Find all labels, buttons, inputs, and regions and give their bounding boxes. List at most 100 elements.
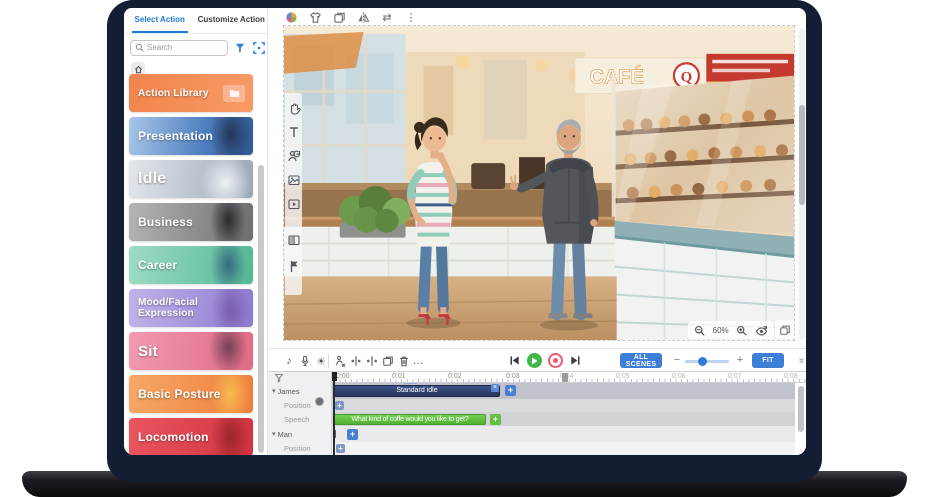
viewport[interactable]: CAFÉ Q bbox=[283, 25, 795, 341]
track-james-position[interactable]: Position bbox=[268, 399, 332, 412]
category-career[interactable]: Career bbox=[129, 246, 253, 284]
duplicate-view-button[interactable] bbox=[775, 320, 794, 339]
category-label: Idle bbox=[138, 170, 166, 188]
remove-motion-icon[interactable] bbox=[333, 354, 347, 368]
wardrobe-shirt-icon[interactable] bbox=[308, 10, 322, 24]
timeline-zoom-in[interactable]: + bbox=[734, 353, 746, 368]
category-action-library[interactable]: Action Library bbox=[129, 74, 253, 112]
category-label: Mood/Facial Expression bbox=[138, 297, 212, 319]
track-james-speech[interactable]: Speech bbox=[268, 412, 332, 426]
add-man-clip-button[interactable]: + bbox=[347, 429, 358, 440]
cafe-scene: CAFÉ Q bbox=[284, 26, 794, 340]
track-james[interactable]: ▾ James bbox=[268, 383, 332, 399]
light-icon[interactable]: ☀ bbox=[314, 354, 328, 368]
text-tool-icon[interactable] bbox=[287, 125, 301, 139]
playhead[interactable] bbox=[333, 372, 335, 455]
align-clip-icon[interactable] bbox=[365, 354, 379, 368]
laptop-mockup: Select Action Customize Action Search bbox=[0, 0, 929, 497]
swap-arrows-icon[interactable]: ⇄ bbox=[380, 10, 394, 24]
scene-end-marker[interactable] bbox=[562, 373, 568, 382]
all-scenes-button[interactable]: ALL SCENES bbox=[620, 353, 662, 368]
collapse-timeline-icon[interactable]: » bbox=[790, 354, 806, 367]
lane-james-position[interactable]: + bbox=[332, 399, 795, 412]
category-basic-posture[interactable]: Basic Posture bbox=[129, 375, 253, 413]
viewport-tool-strip bbox=[285, 93, 302, 295]
timeline-scrollbar[interactable] bbox=[798, 386, 804, 432]
camera-preview-icon[interactable] bbox=[755, 325, 768, 336]
viewport-scrollbar-thumb[interactable] bbox=[799, 105, 805, 205]
viewport-scrollbar[interactable] bbox=[799, 28, 805, 340]
lane-man-position[interactable]: + bbox=[332, 442, 795, 455]
subtrack-name: Position bbox=[284, 401, 311, 410]
filter-icon[interactable] bbox=[233, 41, 247, 55]
lane-james-action[interactable]: Standard idle × + + bbox=[332, 383, 795, 399]
category-sit[interactable]: Sit bbox=[129, 332, 253, 370]
chevron-down-icon[interactable]: ▾ bbox=[272, 430, 276, 438]
flag-tool-icon[interactable] bbox=[287, 259, 301, 273]
sidebar-scrollbar[interactable] bbox=[258, 165, 264, 453]
category-idle[interactable]: Idle bbox=[129, 160, 253, 198]
ruler-label: 0:01 bbox=[392, 373, 406, 380]
character-tool-icon[interactable] bbox=[287, 149, 301, 163]
category-locomotion[interactable]: Locomotion bbox=[129, 418, 253, 455]
timeline-track-list: ▾ James Position Speech ▾ Man bbox=[268, 372, 332, 455]
zoom-in-icon[interactable] bbox=[736, 325, 747, 336]
audio-icon[interactable]: ♪ bbox=[282, 354, 296, 368]
fit-button[interactable]: FIT bbox=[752, 353, 784, 368]
tab-customize-action[interactable]: Customize Action bbox=[196, 8, 268, 33]
media-tool-icon[interactable] bbox=[287, 197, 301, 211]
add-action-clip-button[interactable]: + bbox=[505, 385, 516, 396]
timeline-zoom-slider[interactable] bbox=[685, 360, 729, 363]
play-button[interactable] bbox=[527, 353, 542, 368]
image-tool-icon[interactable] bbox=[287, 173, 301, 187]
timeline-zoom-out[interactable]: − bbox=[671, 353, 683, 368]
tab-select-action[interactable]: Select Action bbox=[124, 8, 196, 33]
search-input[interactable]: Search bbox=[130, 40, 228, 56]
layout-split-icon[interactable] bbox=[287, 233, 301, 247]
subtrack-name: Position bbox=[284, 444, 311, 453]
lane-james-speech[interactable]: What kind of coffe would you like to get… bbox=[332, 412, 795, 426]
record-button[interactable] bbox=[548, 353, 563, 368]
transport-controls bbox=[508, 353, 582, 368]
fit-view-icon[interactable] bbox=[252, 41, 266, 55]
clip-end-handle[interactable]: × bbox=[491, 384, 499, 392]
timeline-ruler[interactable]: 0:00 0:01 0:02 0:03 0:04 0:05 0:06 0:07 … bbox=[332, 372, 806, 383]
lane-man-action[interactable]: + bbox=[332, 426, 795, 442]
timeline-toolbar: ♪ ☀ bbox=[268, 348, 806, 372]
zoom-out-icon[interactable] bbox=[694, 325, 705, 336]
more-icon[interactable]: … bbox=[411, 354, 425, 368]
scene-canvas: CAFÉ Q bbox=[284, 26, 794, 340]
home-icon bbox=[134, 65, 143, 74]
category-business[interactable]: Business bbox=[129, 203, 253, 241]
laptop-bezel: Select Action Customize Action Search bbox=[107, 0, 822, 481]
clip-standard-idle[interactable]: Standard idle bbox=[334, 385, 500, 397]
category-mood-facial-expression[interactable]: Mood/Facial Expression bbox=[129, 289, 253, 327]
play-icon bbox=[531, 357, 538, 365]
mirror-flip-icon[interactable] bbox=[356, 10, 370, 24]
zoom-level: 60% bbox=[713, 326, 729, 335]
delete-icon[interactable] bbox=[397, 354, 411, 368]
add-position-key-button[interactable]: + bbox=[335, 401, 344, 410]
track-man-position[interactable]: Position bbox=[268, 442, 332, 455]
add-man-position-key-button[interactable]: + bbox=[336, 444, 345, 453]
track-name: James bbox=[278, 387, 300, 396]
actor-wheel-icon[interactable] bbox=[284, 10, 298, 24]
toolbar-separator bbox=[328, 354, 329, 368]
copy-icon[interactable] bbox=[381, 354, 395, 368]
track-man[interactable]: ▾ Man bbox=[268, 426, 332, 442]
clip-speech[interactable]: What kind of coffe would you like to get… bbox=[334, 414, 486, 425]
category-presentation[interactable]: Presentation bbox=[129, 117, 253, 155]
duplicate-icon[interactable] bbox=[332, 10, 346, 24]
track-filter-icon[interactable] bbox=[274, 373, 284, 383]
sidebar-tabs: Select Action Customize Action bbox=[124, 8, 267, 34]
next-frame-button[interactable] bbox=[569, 354, 582, 367]
break-clip-icon[interactable] bbox=[349, 354, 363, 368]
ruler-label: 0:00 bbox=[336, 373, 350, 380]
previous-frame-button[interactable] bbox=[508, 354, 521, 367]
timeline-zoom-slider-thumb[interactable] bbox=[698, 357, 707, 366]
more-vertical-icon[interactable]: ⋮ bbox=[404, 10, 418, 24]
chevron-down-icon[interactable]: ▾ bbox=[272, 387, 276, 395]
add-speech-clip-button[interactable]: + bbox=[490, 414, 501, 425]
microphone-icon[interactable] bbox=[298, 354, 312, 368]
pan-hand-icon[interactable] bbox=[287, 101, 301, 115]
